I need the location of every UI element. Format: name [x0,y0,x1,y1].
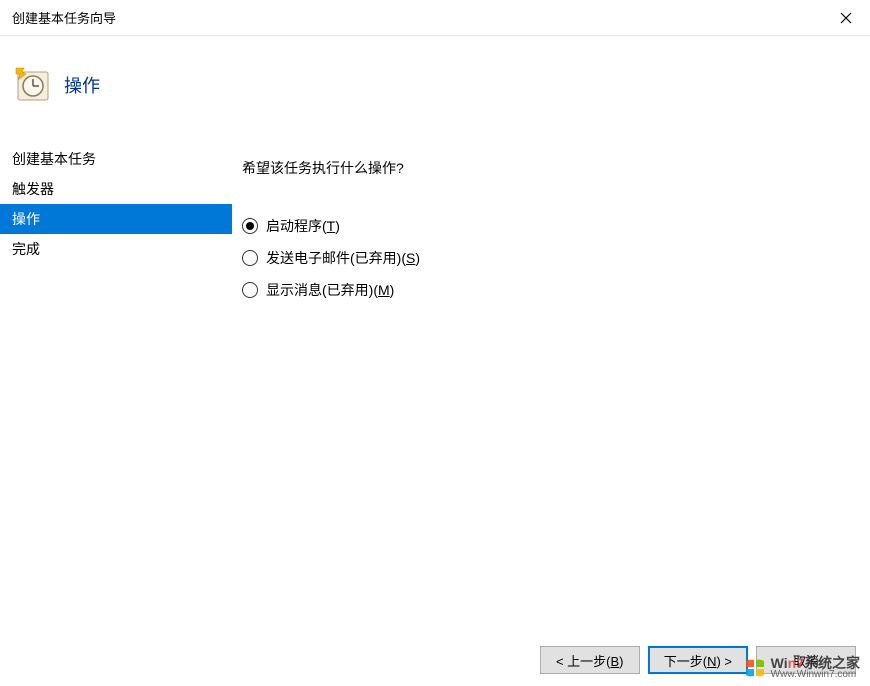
wizard-steps-sidebar: 创建基本任务 触发器 操作 完成 [0,134,232,634]
clock-task-icon [14,66,52,104]
action-prompt: 希望该任务执行什么操作? [242,158,860,178]
sidebar-item-trigger[interactable]: 触发器 [0,174,232,204]
radio-label-display-message: 显示消息(已弃用)(M) [266,280,394,300]
wizard-footer: < 上一步(B) 下一步(N) > 取消 [0,634,870,686]
close-icon [840,12,852,24]
wizard-content: 创建基本任务 触发器 操作 完成 希望该任务执行什么操作? 启动程序(T) 发送… [0,134,870,634]
radio-label-send-email: 发送电子邮件(已弃用)(S) [266,248,420,268]
wizard-main-panel: 希望该任务执行什么操作? 启动程序(T) 发送电子邮件(已弃用)(S) 显示消息… [232,134,870,634]
page-title: 操作 [64,72,100,98]
back-button[interactable]: < 上一步(B) [540,646,640,674]
radio-indicator [242,250,258,266]
sidebar-item-finish[interactable]: 完成 [0,234,232,264]
next-button[interactable]: 下一步(N) > [648,646,748,674]
radio-display-message[interactable]: 显示消息(已弃用)(M) [242,280,860,300]
sidebar-item-action[interactable]: 操作 [0,204,232,234]
titlebar: 创建基本任务向导 [0,0,870,36]
close-button[interactable] [822,0,870,36]
radio-send-email[interactable]: 发送电子邮件(已弃用)(S) [242,248,860,268]
sidebar-item-create-task[interactable]: 创建基本任务 [0,144,232,174]
window-title: 创建基本任务向导 [12,8,116,27]
radio-start-program[interactable]: 启动程序(T) [242,216,860,236]
radio-indicator [242,282,258,298]
wizard-header: 操作 [0,36,870,134]
radio-indicator [242,218,258,234]
cancel-button[interactable]: 取消 [756,646,856,674]
radio-label-start-program: 启动程序(T) [266,216,340,236]
action-radio-group: 启动程序(T) 发送电子邮件(已弃用)(S) 显示消息(已弃用)(M) [242,216,860,300]
